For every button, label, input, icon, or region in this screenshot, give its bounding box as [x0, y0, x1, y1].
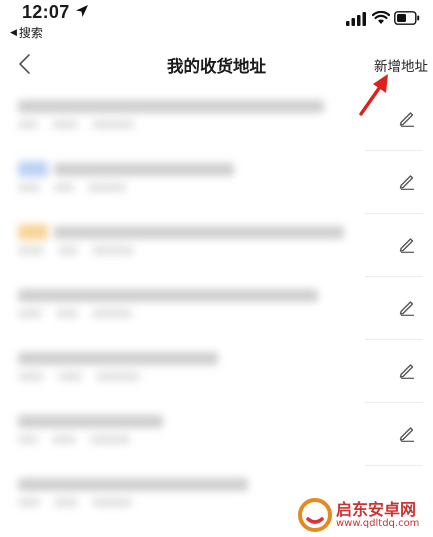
address-content-blurred [8, 346, 368, 398]
contact-line [18, 309, 42, 318]
contact-line [90, 435, 130, 444]
contact-line [18, 183, 40, 192]
address-row[interactable] [0, 403, 433, 466]
status-time: 12:07 [22, 2, 70, 22]
watermark-logo-icon [298, 498, 332, 532]
address-content-blurred [8, 220, 368, 272]
battery-icon [394, 11, 420, 25]
contact-line [58, 372, 82, 381]
wifi-icon [372, 11, 390, 24]
address-line [18, 352, 218, 365]
address-content-blurred [8, 409, 368, 461]
edit-pencil-icon[interactable] [397, 297, 417, 317]
watermark-name: 启东安卓网 [336, 499, 417, 519]
edit-pencil-icon[interactable] [397, 108, 417, 128]
contact-line [18, 246, 44, 255]
address-content-blurred [8, 283, 368, 335]
contact-line [92, 498, 132, 507]
address-row[interactable] [0, 277, 433, 340]
contact-line [58, 246, 78, 255]
edit-pencil-icon[interactable] [397, 171, 417, 191]
address-row[interactable] [0, 88, 433, 151]
address-tag [18, 224, 48, 240]
address-line [18, 289, 318, 302]
location-arrow-icon [76, 5, 88, 17]
edit-pencil-icon[interactable] [397, 423, 417, 443]
address-list [0, 88, 433, 529]
contact-line [88, 183, 126, 192]
address-tag [18, 161, 48, 177]
watermark: 启东安卓网 www.qdltdq.com [298, 493, 433, 537]
edit-pencil-icon[interactable] [397, 234, 417, 254]
contact-line [18, 120, 38, 129]
address-row[interactable] [0, 340, 433, 403]
watermark-url: www.qdltdq.com [336, 518, 420, 530]
status-bar: 12:07 ◀ 搜索 [0, 0, 433, 44]
contact-line [54, 498, 78, 507]
address-content-blurred [8, 157, 368, 209]
contact-line [52, 435, 76, 444]
contact-line [92, 120, 134, 129]
address-content-blurred [8, 94, 368, 146]
contact-line [18, 372, 44, 381]
contact-line [96, 372, 140, 381]
edit-pencil-icon[interactable] [397, 360, 417, 380]
address-line [18, 100, 324, 113]
back-to-app-link[interactable]: ◀ 搜索 [10, 24, 43, 41]
address-line [18, 478, 248, 491]
address-row[interactable] [0, 214, 433, 277]
address-line [54, 226, 344, 239]
contact-line [52, 120, 78, 129]
contact-line [54, 183, 74, 192]
contact-line [18, 498, 40, 507]
contact-line [92, 309, 132, 318]
address-line [18, 415, 163, 428]
address-line [54, 163, 234, 176]
cellular-signal-icon [346, 12, 366, 26]
contact-line [18, 435, 38, 444]
contact-line [56, 309, 78, 318]
back-triangle-icon: ◀ [10, 27, 17, 38]
contact-line [92, 246, 134, 255]
back-to-app-label: 搜索 [18, 26, 43, 40]
address-row[interactable] [0, 151, 433, 214]
